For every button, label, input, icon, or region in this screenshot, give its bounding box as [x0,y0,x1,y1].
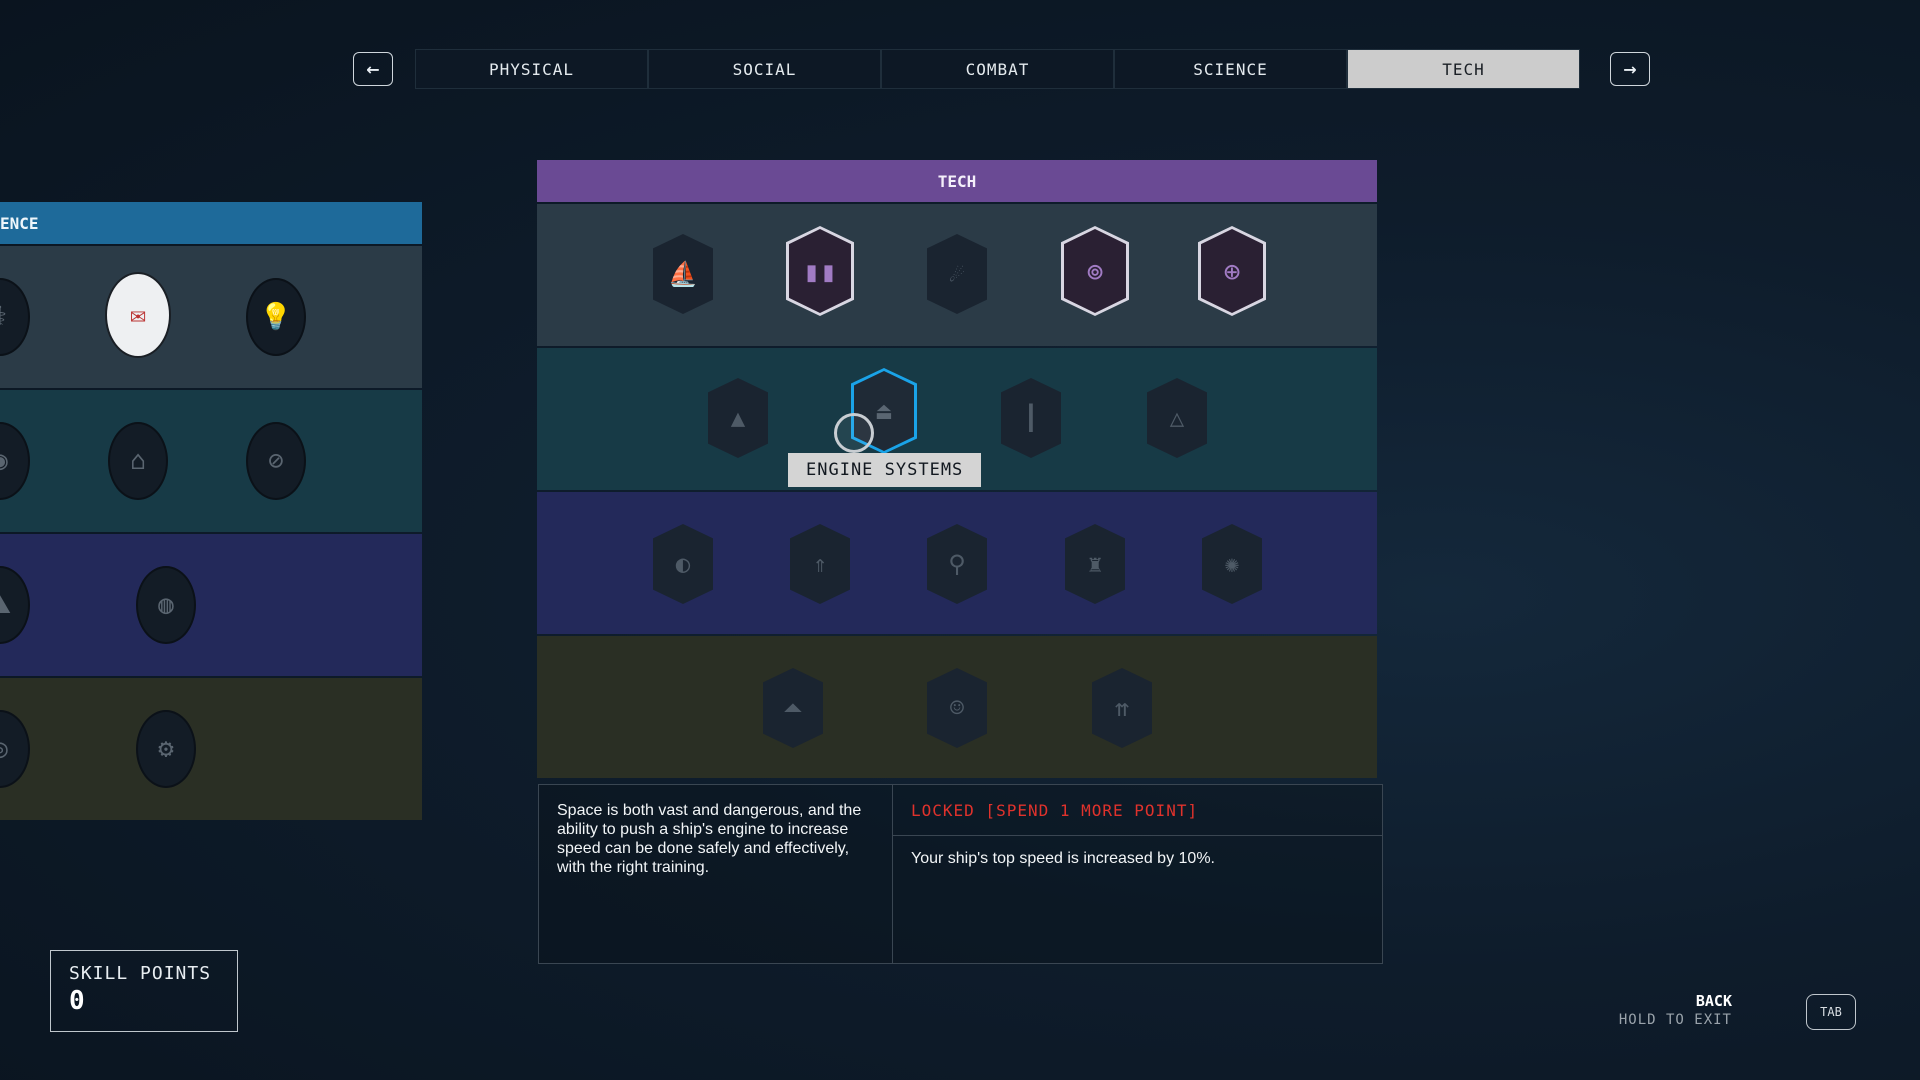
arrow-left-icon: ← [366,59,380,79]
tech-skill-tree: TECH ⛵ ▮▮ ☄ ⊚ ⊕ ▲ ⏏ ┃ △ ENGINE SYSTEMS ◐… [537,160,1377,778]
tech-row-2: ▲ ⏏ ┃ △ ENGINE SYSTEMS [537,348,1377,490]
tech-row-3: ◐ ⇑ ⚲ ♜ ✺ [537,492,1377,634]
lightbulb-icon[interactable]: 💡 [246,278,306,356]
science-row-2: ◉ ⌂ ⊘ [0,390,422,532]
tech-row-1: ⛵ ▮▮ ☄ ⊚ ⊕ [537,204,1377,346]
back-hint[interactable]: BACK HOLD TO EXIT [1619,992,1732,1028]
science-row-1: ⚕ ✉ 💡 [0,246,422,388]
tripod-icon[interactable]: ⚙ [136,710,196,788]
crosshair-icon[interactable]: ⊕ [1198,226,1266,316]
outpost-icon[interactable]: ♜ [1065,524,1125,604]
starship-icon[interactable]: ⇑ [790,524,850,604]
skill-lock-status: LOCKED [SPEND 1 MORE POINT] [893,785,1382,836]
fleet-icon[interactable]: ⇈ [1092,668,1152,748]
skill-effect-text: Your ship's top speed is increased by 10… [911,850,1215,867]
tab-combat[interactable]: COMBAT [881,49,1114,89]
tech-tree-header: TECH [537,160,1377,202]
planet-icon[interactable]: ◐ [653,524,713,604]
tab-physical[interactable]: PHYSICAL [415,49,648,89]
science-skill-tree: ENCE ⚕ ✉ 💡 ◉ ⌂ ⊘ ⛰ ◍ ◎ ⚙ [0,202,422,820]
skill-tooltip: ENGINE SYSTEMS [788,453,982,487]
skill-rank-panel: LOCKED [SPEND 1 MORE POINT] Your ship's … [893,785,1382,963]
gear-icon[interactable]: ✺ [1202,524,1262,604]
arrow-right-icon: → [1623,59,1637,79]
tab-science[interactable]: SCIENCE [1114,49,1347,89]
category-tabs: PHYSICAL SOCIAL COMBAT SCIENCE TECH [415,49,1580,89]
next-category-button[interactable]: → [1610,52,1650,86]
jetpack-icon[interactable]: ▮▮ [786,226,854,316]
skill-points-label: SKILL POINTS [69,963,212,984]
lock-target-icon[interactable]: ⊚ [1061,226,1129,316]
science-skill-icon[interactable]: ⚕ [0,278,30,356]
shuttle-icon[interactable]: ⏶ [763,668,823,748]
robot-arm-icon[interactable]: ⚲ [927,524,987,604]
prev-category-button[interactable]: ← [353,52,393,86]
tab-tech[interactable]: TECH [1347,49,1580,89]
disc-icon[interactable]: ◎ [0,710,30,788]
outpost-building-icon[interactable]: ⌂ [108,422,168,500]
triangle-ship-icon[interactable]: △ [1147,378,1207,458]
skill-description-panel: Space is both vast and dangerous, and th… [538,784,1383,964]
cursor-ring-icon [834,413,874,453]
rocket-icon[interactable]: ▲ [708,378,768,458]
research-document-icon[interactable]: ✉ [105,272,171,358]
skill-points-box: SKILL POINTS 0 [50,950,238,1032]
tab-social[interactable]: SOCIAL [648,49,881,89]
scanner-icon[interactable]: ⊘ [246,422,306,500]
geology-icon[interactable]: ⛰ [0,566,30,644]
science-row-3: ⛰ ◍ [0,534,422,676]
science-row-4: ◎ ⚙ [0,678,422,820]
back-label: BACK [1695,992,1732,1010]
hold-to-exit-label: HOLD TO EXIT [1618,1012,1732,1028]
science-tree-header: ENCE [0,202,422,244]
skill-points-value: 0 [69,986,85,1016]
comet-icon[interactable]: ☄ [927,234,987,314]
skill-flavor-text: Space is both vast and dangerous, and th… [539,785,893,963]
astronaut-helmet-icon[interactable]: ◉ [0,422,30,500]
planet-survey-icon[interactable]: ◍ [136,566,196,644]
ship-icon[interactable]: ⛵ [653,234,713,314]
antenna-icon[interactable]: ┃ [1001,378,1061,458]
tab-key-button[interactable]: TAB [1806,994,1856,1030]
tech-row-4: ⏶ ☺ ⇈ [537,636,1377,778]
astronaut-icon[interactable]: ☺ [927,668,987,748]
